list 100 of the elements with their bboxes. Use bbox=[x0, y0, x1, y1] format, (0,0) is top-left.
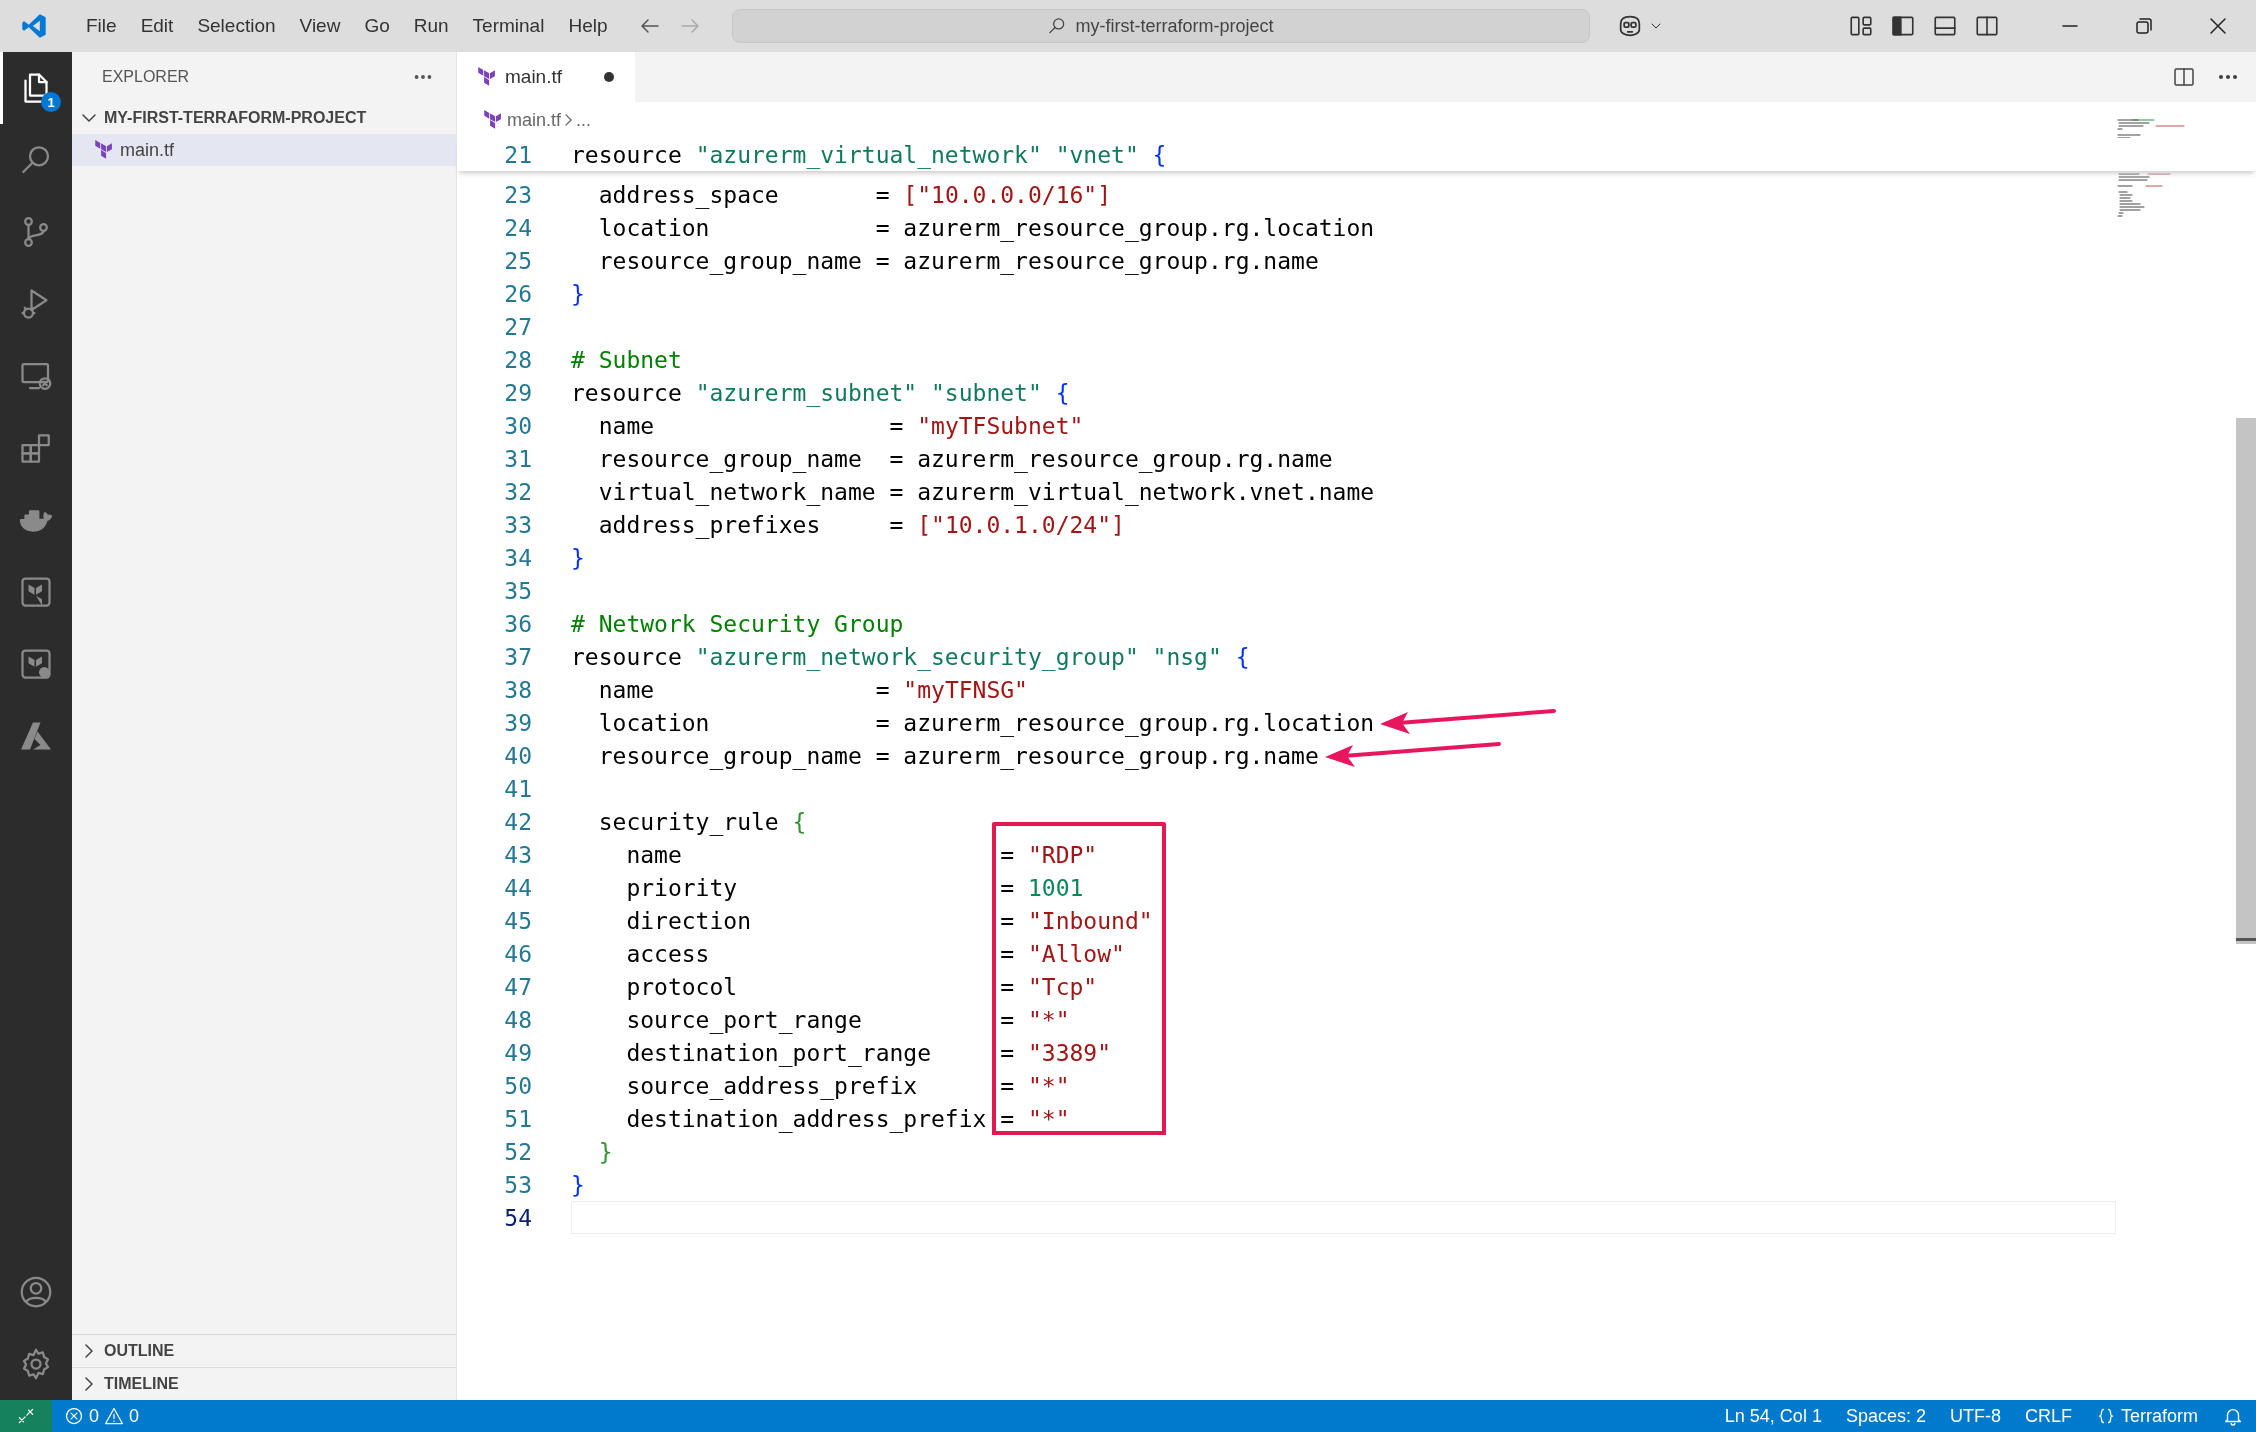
terraform-icon[interactable] bbox=[18, 574, 54, 610]
line-number: 30 bbox=[503, 412, 533, 439]
unsaved-dot-icon[interactable] bbox=[603, 71, 615, 83]
warning-icon bbox=[104, 1406, 124, 1426]
code-line: } bbox=[597, 1138, 613, 1165]
scrollbar-thumb[interactable] bbox=[2236, 418, 2256, 944]
chevron-right-icon[interactable] bbox=[85, 1344, 93, 1358]
menu-item[interactable]: Go bbox=[352, 9, 402, 43]
remote-icon bbox=[16, 1406, 36, 1426]
line-number: 23 bbox=[503, 181, 533, 208]
command-center-search[interactable]: my-first-terraform-project bbox=[731, 9, 1590, 43]
line-number: 49 bbox=[503, 1039, 533, 1066]
menu-item[interactable]: Terminal bbox=[460, 9, 557, 43]
section-header[interactable]: OUTLINE bbox=[104, 1342, 175, 1360]
status-item[interactable]: Ln 54, Col 1 bbox=[1712, 1405, 1834, 1427]
code-line: resource_group_name = azurerm_resource_group.rg.name bbox=[597, 445, 1333, 472]
code-line: resource_group_name = azurerm_resource_group.rg.name bbox=[597, 742, 1319, 769]
line-number: 48 bbox=[503, 1006, 533, 1033]
braces-icon bbox=[2096, 1406, 2116, 1426]
code-line: name = "RDP" bbox=[625, 841, 1098, 868]
menu-item[interactable]: Selection bbox=[185, 9, 288, 43]
terraform-file-icon bbox=[94, 140, 114, 160]
line-number: 43 bbox=[503, 841, 533, 868]
error-icon bbox=[64, 1406, 84, 1426]
line-number: 34 bbox=[503, 544, 533, 571]
code-line: priority = 1001 bbox=[625, 874, 1084, 901]
code-line: } bbox=[571, 544, 585, 571]
line-number: 37 bbox=[503, 643, 533, 670]
code-line: direction = "Inbound" bbox=[625, 907, 1153, 934]
line-number: 29 bbox=[503, 379, 533, 406]
code-line: source_address_prefix = "*" bbox=[625, 1072, 1070, 1099]
code-line: } bbox=[571, 1171, 585, 1198]
line-number: 33 bbox=[503, 511, 533, 538]
menu-item[interactable]: View bbox=[287, 9, 353, 43]
code-line: security_rule { bbox=[597, 808, 807, 835]
code-line: location = azurerm_resource_group.rg.location bbox=[597, 214, 1375, 241]
vscode-logo bbox=[20, 12, 48, 40]
status-item[interactable]: CRLF bbox=[2012, 1405, 2084, 1427]
code-line: destination_address_prefix = "*" bbox=[625, 1105, 1070, 1132]
code-line: address_space = ["10.0.0.0/16"] bbox=[597, 181, 1112, 208]
chevron-right-icon[interactable] bbox=[85, 1377, 93, 1391]
code-line: resource "azurerm_subnet" "subnet" { bbox=[571, 379, 1070, 406]
account-icon[interactable] bbox=[18, 1274, 54, 1310]
line-number: 54 bbox=[503, 1204, 533, 1231]
line-number: 50 bbox=[503, 1072, 533, 1099]
explorer-tree-row[interactable]: main.tf bbox=[72, 134, 456, 166]
split-editor-icon[interactable] bbox=[2172, 65, 2196, 89]
section-header[interactable]: TIMELINE bbox=[104, 1375, 179, 1393]
terraform-file-icon bbox=[483, 110, 503, 130]
line-number: 39 bbox=[503, 709, 533, 736]
menu-item[interactable]: File bbox=[74, 9, 129, 43]
status-item[interactable]: UTF-8 bbox=[1937, 1405, 2013, 1427]
code-line: location = azurerm_resource_group.rg.location bbox=[597, 709, 1375, 736]
overview-ruler-mark bbox=[2236, 938, 2256, 941]
line-number: 36 bbox=[503, 610, 533, 637]
chevron-down-icon[interactable] bbox=[82, 114, 96, 122]
code-line: # Network Security Group bbox=[571, 610, 904, 637]
line-number: 28 bbox=[503, 346, 533, 373]
status-item[interactable]: Spaces: 2 bbox=[1833, 1405, 1938, 1427]
notification-badge: 1 bbox=[41, 92, 61, 112]
terraform-file-icon bbox=[477, 67, 497, 87]
problems-indicator[interactable]: 0 0 bbox=[52, 1405, 152, 1427]
code-line: address_prefixes = ["10.0.1.0/24"] bbox=[597, 511, 1125, 538]
chevron-right-icon bbox=[565, 114, 573, 126]
line-number: 24 bbox=[503, 214, 533, 241]
code-line: } bbox=[571, 280, 585, 307]
line-number: 40 bbox=[503, 742, 533, 769]
folder-name[interactable]: MY-FIRST-TERRAFORM-PROJECT bbox=[104, 109, 367, 127]
line-number: 26 bbox=[503, 280, 533, 307]
line-number: 21 bbox=[503, 141, 533, 168]
line-number: 42 bbox=[503, 808, 533, 835]
menu-item[interactable]: Help bbox=[556, 9, 620, 43]
search-label: my-first-terraform-project bbox=[1075, 15, 1274, 37]
code-line: resource_group_name = azurerm_resource_group.rg.name bbox=[597, 247, 1319, 274]
line-number: 51 bbox=[503, 1105, 533, 1132]
line-number: 52 bbox=[503, 1138, 533, 1165]
line-number: 25 bbox=[503, 247, 533, 274]
breadcrumb-item[interactable]: ... bbox=[576, 109, 592, 131]
line-number: 38 bbox=[503, 676, 533, 703]
code-line: resource "azurerm_network_security_group" "nsg" { bbox=[571, 643, 1250, 670]
line-number: 31 bbox=[503, 445, 533, 472]
line-number: 53 bbox=[503, 1171, 533, 1198]
menu-item[interactable]: Edit bbox=[128, 9, 186, 43]
line-number: 41 bbox=[503, 775, 533, 802]
code-line: protocol = "Tcp" bbox=[625, 973, 1098, 1000]
line-number: 35 bbox=[503, 577, 533, 604]
code-line: name = "myTFNSG" bbox=[597, 676, 1028, 703]
code-line: access = "Allow" bbox=[625, 940, 1125, 967]
line-number: 27 bbox=[503, 313, 533, 340]
line-number: 44 bbox=[503, 874, 533, 901]
line-number: 32 bbox=[503, 478, 533, 505]
code-line: destination_port_range = "3389" bbox=[625, 1039, 1112, 1066]
breadcrumb-item[interactable]: main.tf bbox=[507, 109, 562, 131]
code-line: resource "azurerm_virtual_network" "vnet" { bbox=[571, 141, 1167, 168]
code-line: name = "myTFSubnet" bbox=[597, 412, 1084, 439]
terraform-cloud-icon[interactable] bbox=[18, 646, 54, 682]
line-number: 45 bbox=[503, 907, 533, 934]
language-mode[interactable]: Terraform bbox=[2084, 1405, 2210, 1427]
editor-tab[interactable]: main.tf bbox=[457, 52, 635, 102]
menu-item[interactable]: Run bbox=[401, 9, 461, 43]
